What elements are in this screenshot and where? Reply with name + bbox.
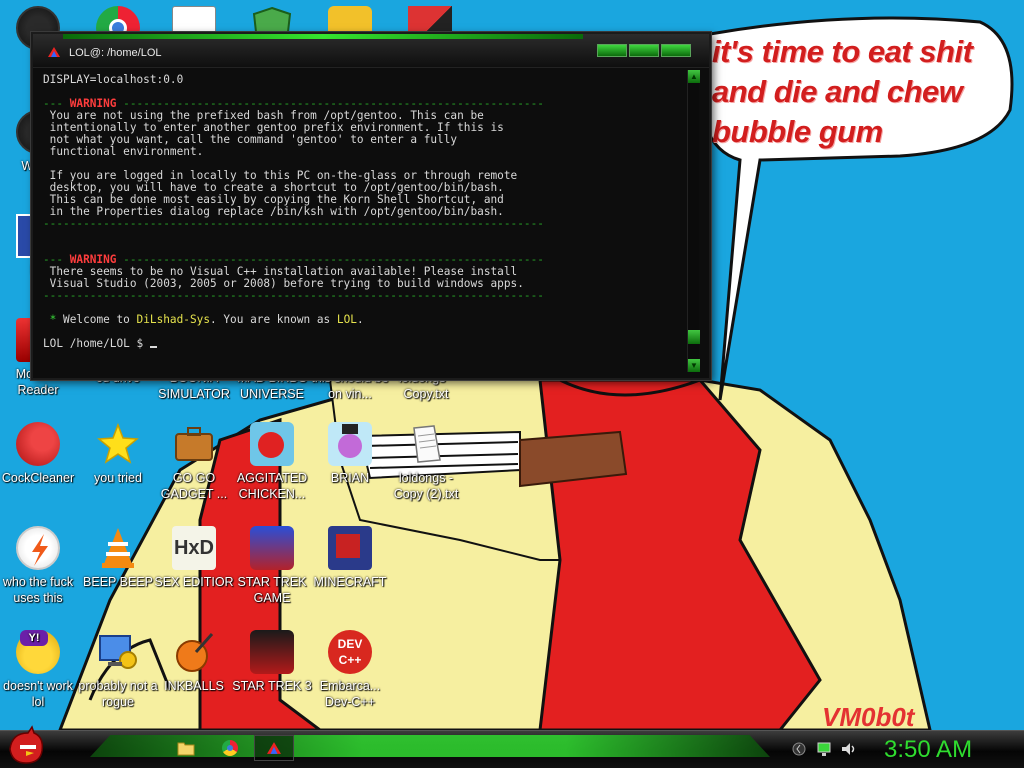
close-button[interactable] [661, 44, 691, 57]
minimize-button[interactable] [597, 44, 627, 57]
terminal-scrollbar[interactable]: ▲ ▼ [687, 70, 700, 372]
wallpaper-signature: VM0b0t [822, 702, 915, 732]
taskbar: 3:50 AM [0, 725, 1024, 768]
devcpp-icon: DEV C++ [328, 630, 372, 674]
terminal-output[interactable]: DISPLAY=localhost:0.0 --- WARNING -------… [43, 74, 693, 374]
speech-bubble-text: it's time to eat shit and die and chew b… [712, 32, 1012, 152]
prompt-line: LOL /home/LOL $ [43, 338, 693, 350]
terminal-titlebar[interactable]: LOL@: /home/LOL [33, 34, 709, 68]
terminal-window[interactable]: LOL@: /home/LOL DISPLAY=localhost:0.0 ---… [31, 32, 711, 380]
desktop-icon-cockcleaner[interactable]: CockCleaner [0, 422, 78, 486]
angry-birds-icon [250, 422, 294, 466]
desktop-icon-who-uses[interactable]: who the fuck uses this [0, 526, 78, 606]
gentoo-terminal-icon [48, 47, 60, 57]
text-file-icon [404, 422, 448, 466]
star-wars-game-icon [250, 526, 294, 570]
vlc-icon [96, 526, 140, 570]
angry-bird-start-icon [9, 725, 44, 764]
angry-birds-icon [328, 422, 372, 466]
desktop-icon-brian[interactable]: BRIAN [310, 422, 390, 486]
desktop-icon-go-go-gadget[interactable]: GO GO GADGET ... [154, 422, 234, 502]
speech-line: it's time to eat shit [712, 34, 973, 69]
desktop-icon-star-trek-3[interactable]: STAR TREK 3 [232, 630, 312, 694]
volume-icon[interactable] [840, 741, 858, 762]
maximize-button[interactable] [629, 44, 659, 57]
desktop-icon-minecraft[interactable]: MINECRAFT [310, 526, 390, 590]
desktop-icon-probably-not[interactable]: probably not a rogue [78, 630, 158, 710]
ccleaner-icon [16, 422, 60, 466]
desktop-icon-doesnt-work[interactable]: Y! doesn't work lol [0, 630, 78, 710]
desktop-icon-aggitated[interactable]: AGGITATED CHICKEN... [232, 422, 312, 502]
flash-icon [16, 526, 60, 570]
star-icon [96, 422, 140, 466]
shell-prompt[interactable]: LOL /home/LOL $ [43, 337, 150, 350]
speech-line: and die and chew [712, 74, 963, 109]
taskbar-terminal[interactable] [254, 735, 294, 761]
terminal-line: DISPLAY=localhost:0.0 [43, 73, 184, 86]
gentoo-terminal-icon [267, 742, 281, 754]
folder-icon [177, 742, 195, 756]
tray-show-hidden-icon[interactable] [792, 741, 806, 762]
monitor-gears-icon [96, 630, 140, 674]
desktop-icon-loldongs2[interactable]: loldongs - Copy (2).txt [386, 422, 466, 502]
taskbar-explorer[interactable] [166, 735, 206, 761]
hxd-icon: HxD [172, 526, 216, 570]
welcome-line: * Welcome to DiLshad-Sys. You are known … [43, 313, 364, 326]
desktop-icon-beep-beep[interactable]: BEEP BEEP [78, 526, 158, 590]
terminal-line: functional environment. [43, 145, 204, 158]
desktop-icon-inkballs[interactable]: INKBALLS [154, 630, 234, 694]
desktop-icon-you-tried[interactable]: you tried [78, 422, 158, 486]
yahoo-messenger-icon: Y! [16, 630, 60, 674]
desktop-icon-star-trek-game[interactable]: STAR TREK GAME [232, 526, 312, 606]
briefcase-icon [172, 422, 216, 466]
window-controls [597, 44, 691, 57]
taskbar-chrome[interactable] [210, 735, 250, 761]
desktop-icon-devcpp[interactable]: DEV C++ Embarca... Dev-C++ [310, 630, 390, 710]
scroll-down-arrow-icon[interactable]: ▼ [688, 359, 700, 372]
speech-line: bubble gum [712, 114, 883, 149]
chrome-icon [222, 740, 238, 756]
network-icon[interactable] [816, 741, 832, 762]
desktop-icon-sex-editior[interactable]: HxD SEX EDITIOR [154, 526, 234, 590]
titlebar-accent [63, 34, 583, 39]
minecraft-icon [328, 526, 372, 570]
inkball-icon [172, 630, 216, 674]
taskbar-clock[interactable]: 3:50 AM [884, 736, 972, 764]
scroll-up-arrow-icon[interactable]: ▲ [688, 70, 700, 83]
scrollbar-thumb[interactable] [688, 330, 700, 344]
text-cursor [149, 346, 157, 348]
terminal-line: ----------------------------------------… [43, 217, 544, 230]
start-button[interactable] [6, 725, 46, 767]
star-wars-game-icon [250, 630, 294, 674]
terminal-line: ----------------------------------------… [43, 289, 544, 302]
terminal-title: LOL@: /home/LOL [69, 47, 162, 59]
